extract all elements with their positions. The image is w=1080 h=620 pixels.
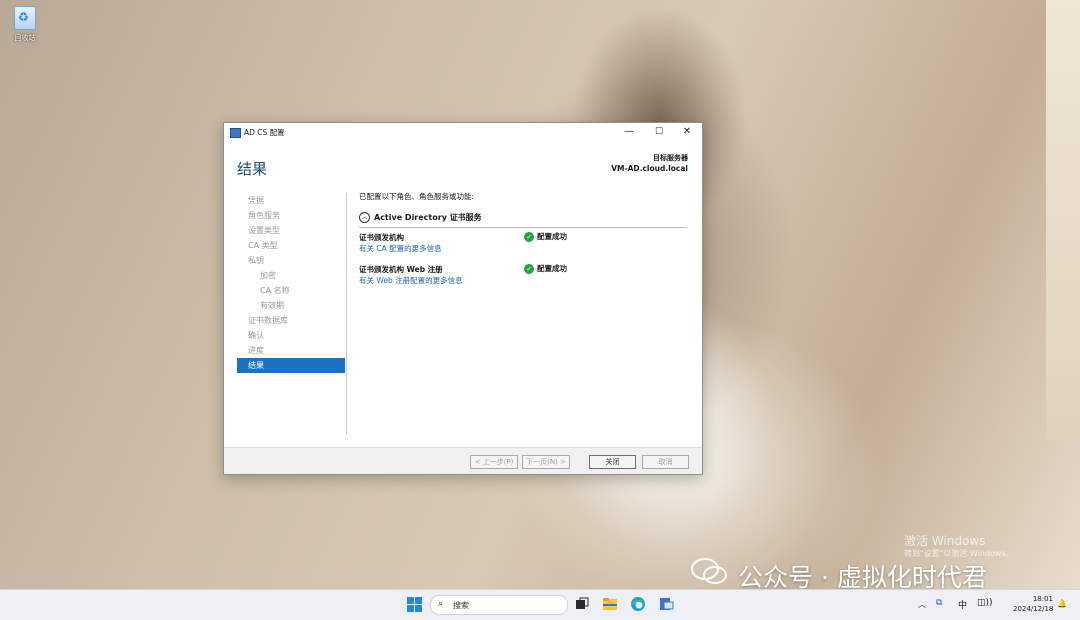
results-intro: 已配置以下角色、角色服务或功能: [359,192,475,201]
wallpaper-light [1046,0,1080,440]
edge-browser-icon[interactable] [630,596,646,612]
ime-language-indicator[interactable]: 中 [958,598,967,611]
windows-start-icon[interactable] [407,597,423,613]
service-separator [359,227,687,228]
role-more-info-link[interactable]: 有关 CA 配置的更多信息 [359,243,442,254]
nav-divider [346,193,347,434]
service-header[interactable]: ︿ Active Directory 证书服务 [359,211,687,224]
clock-date: 2024/12/18 [1013,605,1054,613]
service-title: Active Directory 证书服务 [374,213,482,222]
close-window-button[interactable]: ✕ [672,123,702,141]
cancel-button[interactable]: 取消 [642,455,689,469]
success-check-icon: ✓ [524,231,534,242]
role-more-info-link[interactable]: 有关 Web 注册配置的更多信息 [359,275,463,286]
role-row: 证书颁发机构 Web 注册 有关 Web 注册配置的更多信息 ✓ 配置成功 [359,263,687,296]
role-status: ✓ 配置成功 [524,263,567,274]
nav-item-validity[interactable]: 有效期 [237,298,345,313]
task-view-icon[interactable] [574,596,590,612]
maximize-button[interactable]: ☐ [644,123,674,141]
wechat-icon [691,558,727,584]
activation-title: 激活 Windows [904,534,986,548]
minimize-button[interactable]: — [614,123,644,141]
status-text: 配置成功 [537,232,567,241]
volume-icon[interactable]: ◫)) [977,598,993,608]
nav-item-progress[interactable]: 进度 [237,343,345,358]
chevron-up-icon[interactable]: ︿ [359,212,370,223]
nav-item-private-key[interactable]: 私钥 [237,253,345,268]
taskbar-search[interactable]: ⌕ 搜索 [430,595,568,615]
target-server-label: 目标服务器 [653,154,688,162]
taskbar: ⌕ 搜索 ︿ ⧉ 中 ◫)) 18:01 2024/12/18 🔔 [0,589,1080,620]
status-text: 配置成功 [537,264,567,273]
search-icon: ⌕ [438,599,444,609]
role-status: ✓ 配置成功 [524,231,567,242]
server-manager-icon [230,128,241,138]
notification-bell-icon[interactable]: 🔔 [1057,599,1067,608]
file-explorer-icon[interactable] [602,596,618,612]
role-name: 证书颁发机构 [359,233,404,242]
nav-item-role-services[interactable]: 角色服务 [237,208,345,223]
title-bar[interactable]: AD CS 配置 — ☐ ✕ [224,123,702,141]
role-name: 证书颁发机构 Web 注册 [359,265,443,274]
nav-item-ca-name[interactable]: CA 名称 [237,283,345,298]
page-title: 结果 [237,160,268,178]
recycle-bin-label: 回收站 [14,34,36,42]
chevron-up-tray-icon[interactable]: ︿ [918,599,926,610]
nav-item-confirm[interactable]: 确认 [237,328,345,343]
next-button[interactable]: 下一页(N) > [522,455,570,469]
nav-item-credentials[interactable]: 凭据 [237,193,345,208]
nav-item-cert-db[interactable]: 证书数据库 [237,313,345,328]
wizard-footer: < 上一步(P) 下一页(N) > 关闭 取消 [224,447,702,474]
wizard-nav: 凭据 角色服务 设置类型 CA 类型 私钥 加密 CA 名称 有效期 证书数据库… [237,193,345,373]
nav-item-results[interactable]: 结果 [237,358,345,373]
nav-item-setup-type[interactable]: 设置类型 [237,223,345,238]
clock-time: 18:01 [1032,595,1053,603]
search-placeholder: 搜索 [453,601,469,610]
close-button[interactable]: 关闭 [589,455,636,469]
results-panel: 已配置以下角色、角色服务或功能: ︿ Active Directory 证书服务… [359,189,687,296]
clock[interactable]: 18:01 2024/12/18 [1013,594,1053,614]
target-server-value: VM-AD.cloud.local [611,164,688,173]
previous-button[interactable]: < 上一步(P) [470,455,518,469]
adcs-config-window: AD CS 配置 — ☐ ✕ 结果 目标服务器 VM-AD.cloud.loca… [223,122,703,475]
recycle-bin[interactable]: ♻ 回收站 [10,6,40,43]
nav-item-ca-type[interactable]: CA 类型 [237,238,345,253]
window-title: AD CS 配置 [244,128,285,137]
server-manager-taskbar-icon[interactable] [658,596,674,612]
nav-item-cryptography[interactable]: 加密 [237,268,345,283]
success-check-icon: ✓ [524,263,534,274]
recycle-bin-icon: ♻ [14,6,36,30]
role-row: 证书颁发机构 有关 CA 配置的更多信息 ✓ 配置成功 [359,231,687,264]
network-icon[interactable]: ⧉ [936,598,942,608]
